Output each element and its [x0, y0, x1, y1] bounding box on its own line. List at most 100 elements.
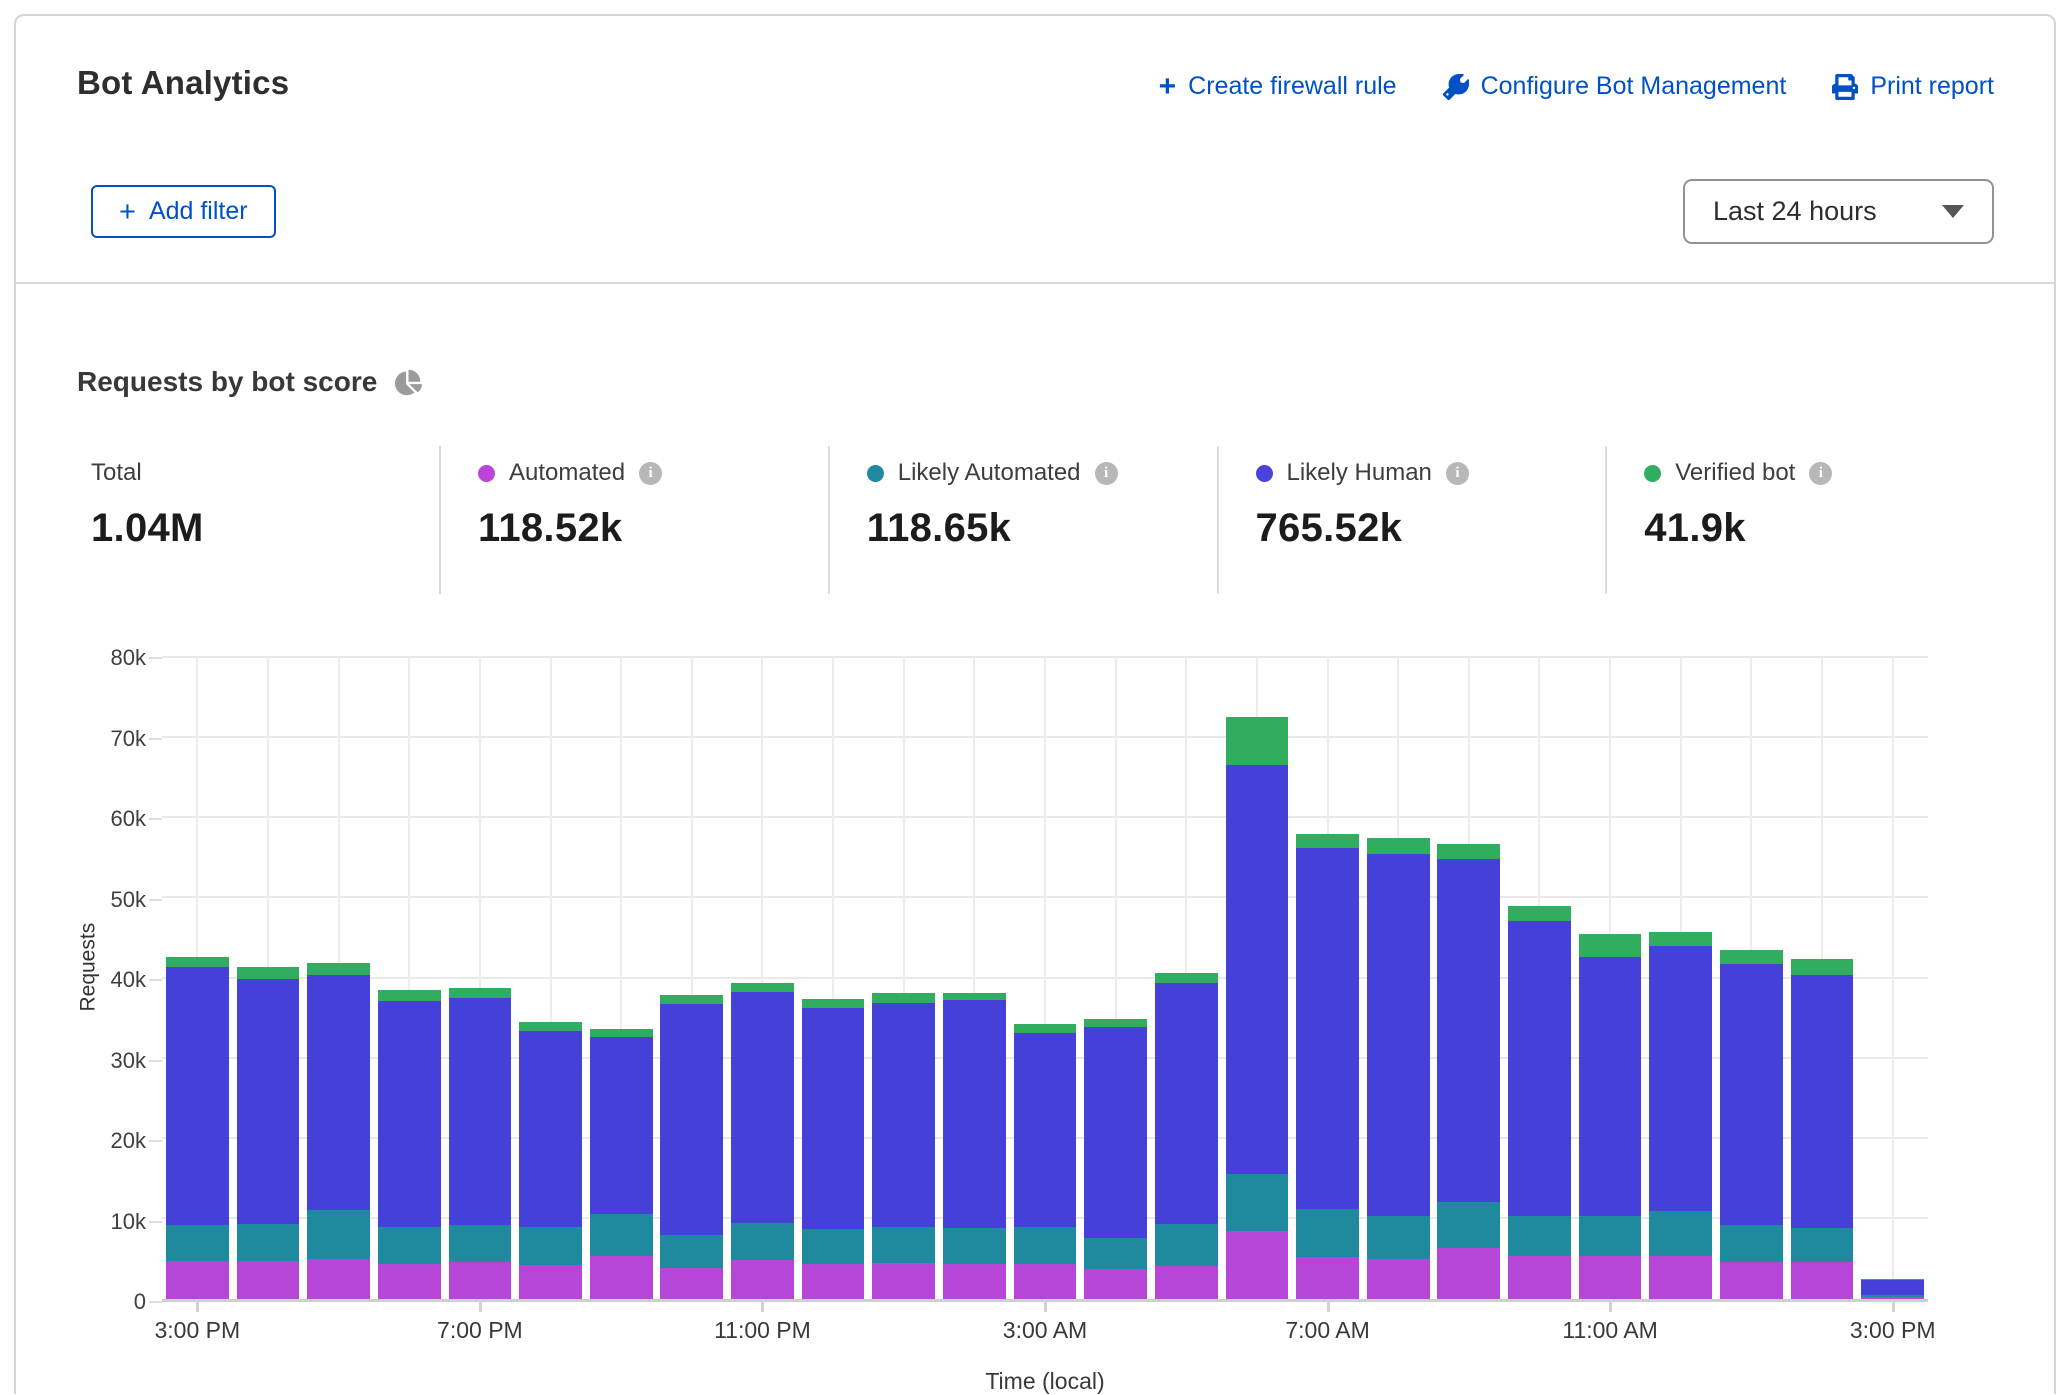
- bar-segment-likely-automated: [1226, 1174, 1289, 1231]
- stacked-bar[interactable]: [660, 995, 723, 1299]
- bar-segment-likely-automated: [1367, 1216, 1430, 1259]
- page: { "header": { "title": "Bot Analytics", …: [0, 0, 2070, 1394]
- bar-segment-likely-automated: [590, 1214, 653, 1256]
- bar-segment-verified-bot: [590, 1029, 653, 1037]
- stacked-bar[interactable]: [1155, 973, 1218, 1299]
- bar-segment-likely-automated: [943, 1228, 1006, 1264]
- x-tick-label: 3:00 PM: [1850, 1317, 1936, 1344]
- section-title-row: Requests by bot score: [77, 366, 422, 398]
- bar-segment-verified-bot: [660, 995, 723, 1005]
- bar-segment-verified-bot: [1579, 934, 1642, 957]
- info-icon[interactable]: i: [1446, 462, 1469, 485]
- x-tick-mark: [1609, 1299, 1612, 1312]
- y-tick-label: 40k: [66, 967, 146, 993]
- bar-segment-likely-automated: [1437, 1202, 1500, 1249]
- requests-chart: Requests 010k20k30k40k50k60k70k80k3:00 P…: [162, 658, 1928, 1302]
- bar-segment-automated: [1649, 1256, 1712, 1299]
- bar-segment-automated: [1508, 1256, 1571, 1299]
- bar-segment-automated: [519, 1265, 582, 1299]
- bar-segment-likely-automated: [1649, 1211, 1712, 1256]
- y-tick-dash: [149, 1301, 162, 1303]
- info-icon[interactable]: i: [639, 462, 662, 485]
- stat-label: Automated: [509, 459, 625, 487]
- stacked-bar[interactable]: [378, 990, 441, 1299]
- stacked-bar[interactable]: [1720, 950, 1783, 1299]
- stacked-bar[interactable]: [166, 957, 229, 1299]
- bar-segment-automated: [237, 1261, 300, 1299]
- bar-segment-verified-bot: [378, 990, 441, 1001]
- card-header: Bot Analytics +Create firewall ruleConfi…: [16, 16, 2054, 284]
- bar-segment-likely-automated: [1084, 1238, 1147, 1269]
- bar-segment-likely-human: [1437, 859, 1500, 1201]
- stacked-bar[interactable]: [1508, 906, 1571, 1299]
- stacked-bar[interactable]: [1791, 959, 1854, 1299]
- y-tick-dash: [149, 738, 162, 740]
- stacked-bar[interactable]: [1437, 844, 1500, 1299]
- x-axis-title: Time (local): [985, 1368, 1104, 1395]
- plus-icon: +: [119, 199, 136, 225]
- bar-segment-likely-human: [1226, 765, 1289, 1174]
- stacked-bar[interactable]: [519, 1022, 582, 1299]
- stacked-bar[interactable]: [1226, 717, 1289, 1299]
- bar-segment-automated: [1720, 1262, 1783, 1299]
- stacked-bar[interactable]: [1014, 1024, 1077, 1299]
- action-label: Configure Bot Management: [1481, 72, 1787, 101]
- stacked-bar[interactable]: [1861, 1279, 1924, 1299]
- stacked-bar[interactable]: [1367, 838, 1430, 1299]
- stacked-bar[interactable]: [449, 988, 512, 1299]
- x-tick-label: 11:00 PM: [714, 1317, 811, 1344]
- x-tick-label: 3:00 PM: [154, 1317, 240, 1344]
- stacked-bar[interactable]: [1649, 932, 1712, 1299]
- info-icon[interactable]: i: [1095, 462, 1118, 485]
- bar-segment-likely-human: [1649, 946, 1712, 1211]
- stat-automated: Automatedi118.52k: [439, 446, 828, 594]
- stat-value: 118.65k: [867, 506, 1217, 551]
- action-print-report[interactable]: Print report: [1832, 72, 1994, 101]
- bar-segment-automated: [1367, 1259, 1430, 1299]
- bar-segment-automated: [1791, 1262, 1854, 1299]
- stat-label: Total: [91, 459, 142, 487]
- time-range-select[interactable]: Last 24 hours: [1683, 179, 1994, 244]
- stacked-bar[interactable]: [237, 967, 300, 1299]
- action-create-firewall-rule[interactable]: +Create firewall rule: [1159, 72, 1397, 101]
- bar-segment-automated: [1579, 1256, 1642, 1299]
- stacked-bar[interactable]: [802, 999, 865, 1299]
- bar-segment-automated: [1437, 1248, 1500, 1299]
- stacked-bar[interactable]: [1084, 1019, 1147, 1299]
- stat-value: 765.52k: [1256, 506, 1606, 551]
- stacked-bar[interactable]: [943, 993, 1006, 1299]
- x-tick-mark: [479, 1299, 482, 1312]
- bar-segment-verified-bot: [1508, 906, 1571, 920]
- bar-segment-likely-human: [1084, 1027, 1147, 1238]
- y-tick-label: 20k: [66, 1128, 146, 1154]
- stacked-bar[interactable]: [1579, 934, 1642, 1299]
- stacked-bar[interactable]: [872, 993, 935, 1299]
- bar-segment-likely-automated: [1296, 1209, 1359, 1257]
- action-configure-bot-management[interactable]: Configure Bot Management: [1443, 72, 1787, 101]
- y-tick-label: 80k: [66, 645, 146, 671]
- stacked-bar[interactable]: [307, 963, 370, 1299]
- bar-segment-likely-human: [378, 1001, 441, 1227]
- bar-segment-likely-automated: [449, 1225, 512, 1262]
- x-tick-mark: [1044, 1299, 1047, 1312]
- bar-segment-verified-bot: [449, 988, 512, 998]
- stacked-bar[interactable]: [731, 983, 794, 1299]
- bar-segment-likely-human: [1508, 921, 1571, 1216]
- y-tick-dash: [149, 1140, 162, 1142]
- stacked-bar[interactable]: [1296, 834, 1359, 1299]
- bar-segment-verified-bot: [802, 999, 865, 1008]
- bar-segment-likely-human: [943, 1000, 1006, 1229]
- stat-label: Verified bot: [1675, 459, 1795, 487]
- y-tick-dash: [149, 979, 162, 981]
- action-label: Print report: [1870, 72, 1994, 101]
- info-icon[interactable]: i: [1809, 462, 1832, 485]
- bar-segment-verified-bot: [1014, 1024, 1077, 1034]
- bar-segment-likely-human: [1791, 975, 1854, 1229]
- y-tick-dash: [149, 657, 162, 659]
- stacked-bar[interactable]: [590, 1029, 653, 1299]
- bar-segment-automated: [1155, 1266, 1218, 1299]
- add-filter-button[interactable]: + Add filter: [91, 185, 276, 238]
- x-tick-mark: [1892, 1299, 1895, 1312]
- bar-segment-automated: [943, 1264, 1006, 1299]
- bar-segment-automated: [378, 1264, 441, 1299]
